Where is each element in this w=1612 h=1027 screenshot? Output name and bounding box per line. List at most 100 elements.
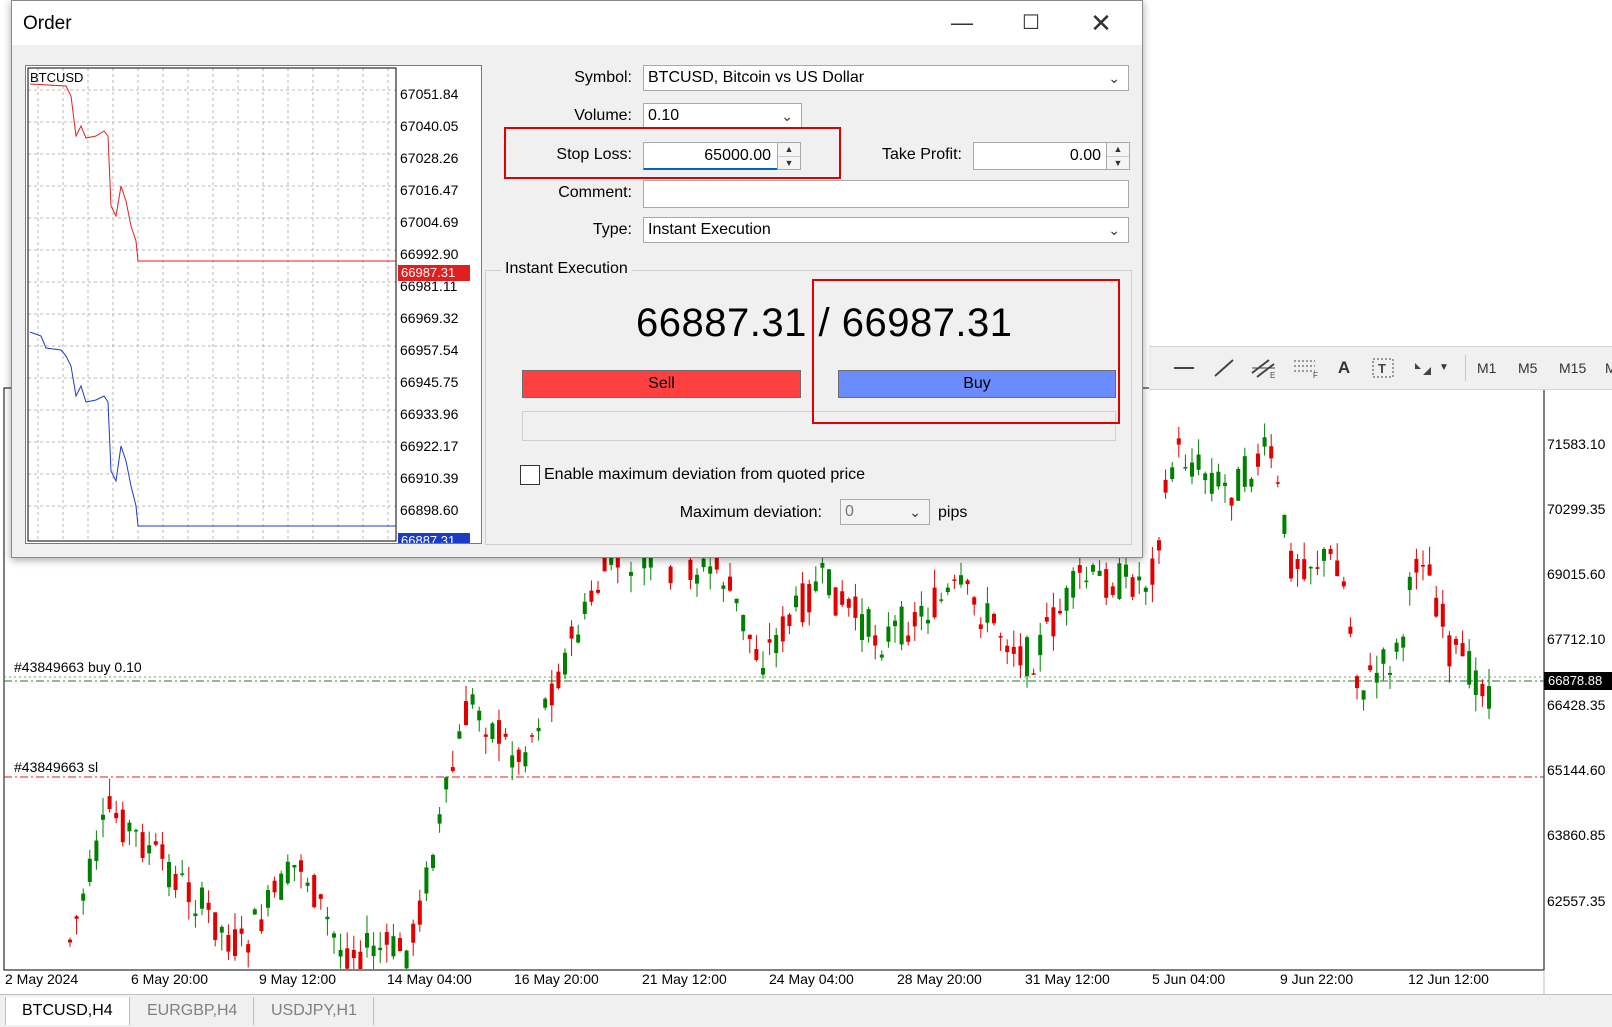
maximize-icon[interactable]: ☐ (1008, 5, 1054, 41)
candle-body (734, 598, 739, 604)
type-select[interactable]: Instant Execution ⌄ (643, 217, 1129, 243)
candle-body (140, 832, 145, 858)
equidistant-channel-icon[interactable]: E (1249, 357, 1279, 380)
candle-body (1025, 637, 1029, 677)
toolbar-divider (1465, 355, 1466, 381)
candle-body (688, 559, 693, 580)
candle-body (1143, 587, 1148, 592)
candle-body (708, 566, 713, 574)
tick-price-label: 66992.90 (400, 246, 459, 262)
candle-body (81, 893, 86, 901)
chevron-down-icon[interactable]: ▼ (1439, 357, 1451, 379)
arrows-icon[interactable] (1411, 357, 1437, 379)
candle-body (1203, 473, 1208, 481)
candle-body (68, 939, 72, 943)
max-deviation-select[interactable]: 0 ⌄ (840, 499, 930, 525)
candle-body (629, 571, 633, 576)
candle-body (965, 580, 970, 585)
candle-body (345, 948, 350, 969)
dialog-titlebar[interactable]: Order — ☐ ✕ (12, 1, 1142, 45)
candle-body (866, 609, 871, 637)
max-deviation-checkbox[interactable] (520, 465, 540, 485)
candle-body (569, 626, 574, 639)
take-profit-input[interactable]: 0.00 (973, 142, 1108, 170)
spin-down-icon[interactable]: ▼ (1107, 157, 1129, 170)
ask-price-tag: 66987.31 (398, 265, 470, 281)
tick-price-label: 67040.05 (400, 118, 459, 134)
candle-body (457, 731, 462, 739)
candle-body (365, 933, 369, 948)
tick-price-label: 67051.84 (400, 86, 459, 102)
volume-select[interactable]: 0.10 ⌄ (643, 103, 802, 129)
candle-body (1401, 636, 1406, 648)
candle-body (1381, 649, 1386, 664)
candle-body (1236, 468, 1241, 501)
candle-body (483, 734, 488, 737)
candle-body (1242, 456, 1247, 487)
candle-body (266, 890, 270, 908)
stop-loss-highlight (504, 127, 841, 179)
trend-line-icon[interactable] (1211, 357, 1237, 379)
tick-price-label: 66969.32 (400, 310, 459, 326)
symbol-select[interactable]: BTCUSD, Bitcoin vs US Dollar ⌄ (643, 65, 1129, 91)
timeframe-m5[interactable]: M5 (1518, 357, 1537, 379)
sell-button[interactable]: Sell (522, 370, 801, 398)
candle-body (437, 814, 442, 824)
candle-body (549, 683, 554, 706)
take-profit-spinner[interactable]: ▲ ▼ (1106, 142, 1130, 170)
price-label: 62557.35 (1547, 893, 1606, 909)
candle-body (945, 587, 950, 593)
candle-body (1275, 482, 1280, 484)
candle-body (1209, 472, 1214, 494)
horizontal-line-icon[interactable] (1171, 357, 1197, 379)
candle-body (1229, 497, 1234, 506)
candle-body (1348, 626, 1353, 634)
candle-body (767, 639, 772, 643)
candle-body (94, 840, 99, 862)
candle-body (820, 562, 825, 568)
drawing-toolbar: E F A T ▼ M1 M5 M15 M (1149, 346, 1612, 390)
tick-price-label: 66957.54 (400, 342, 459, 358)
fibonacci-icon[interactable]: F (1291, 357, 1321, 380)
candle-body (1322, 548, 1326, 561)
order-line-label[interactable]: #43849663 buy 0.10 (14, 659, 142, 675)
candle-body (173, 873, 178, 890)
spin-up-icon[interactable]: ▲ (1107, 143, 1129, 157)
candle-body (1097, 570, 1102, 576)
timeframe-m15[interactable]: M15 (1559, 357, 1586, 379)
timeframe-m1[interactable]: M1 (1477, 357, 1496, 379)
candle-body (1341, 581, 1346, 587)
text-icon[interactable]: A (1333, 357, 1355, 379)
timeframe-more[interactable]: M (1605, 357, 1612, 379)
candle-body (1170, 467, 1175, 480)
tab-btcusd-h4[interactable]: BTCUSD,H4 (5, 997, 130, 1025)
close-icon[interactable]: ✕ (1078, 5, 1124, 41)
candle-body (325, 916, 330, 920)
candle-body (312, 875, 317, 908)
candle-body (226, 934, 231, 952)
candle-body (279, 873, 284, 900)
candle-body (1440, 603, 1445, 627)
candle-body (497, 720, 501, 744)
candle-body (371, 945, 376, 957)
candle-body (1460, 643, 1465, 657)
candle-body (252, 909, 257, 915)
max-deviation-checkbox-label: Enable maximum deviation from quoted pri… (544, 466, 866, 483)
stop-loss-line-label[interactable]: #43849663 sl (14, 759, 98, 775)
candle-body (1130, 577, 1135, 597)
candle-body (74, 916, 79, 919)
tab-usdjpy-h1[interactable]: USDJPY,H1 (255, 997, 374, 1025)
candle-body (1427, 564, 1432, 576)
candle-body (239, 928, 244, 934)
candle-body (114, 812, 119, 819)
minimize-icon[interactable]: — (939, 5, 985, 41)
comment-input[interactable] (643, 180, 1129, 208)
candle-body (1467, 651, 1472, 685)
candle-body (873, 635, 878, 646)
candle-body (1414, 558, 1419, 573)
date-label: 12 Jun 12:00 (1408, 971, 1489, 987)
text-label-icon[interactable]: T (1371, 357, 1395, 379)
tick-chart-frame (27, 67, 397, 542)
tab-eurgbp-h4[interactable]: EURGBP,H4 (131, 997, 255, 1025)
candle-body (747, 634, 752, 640)
